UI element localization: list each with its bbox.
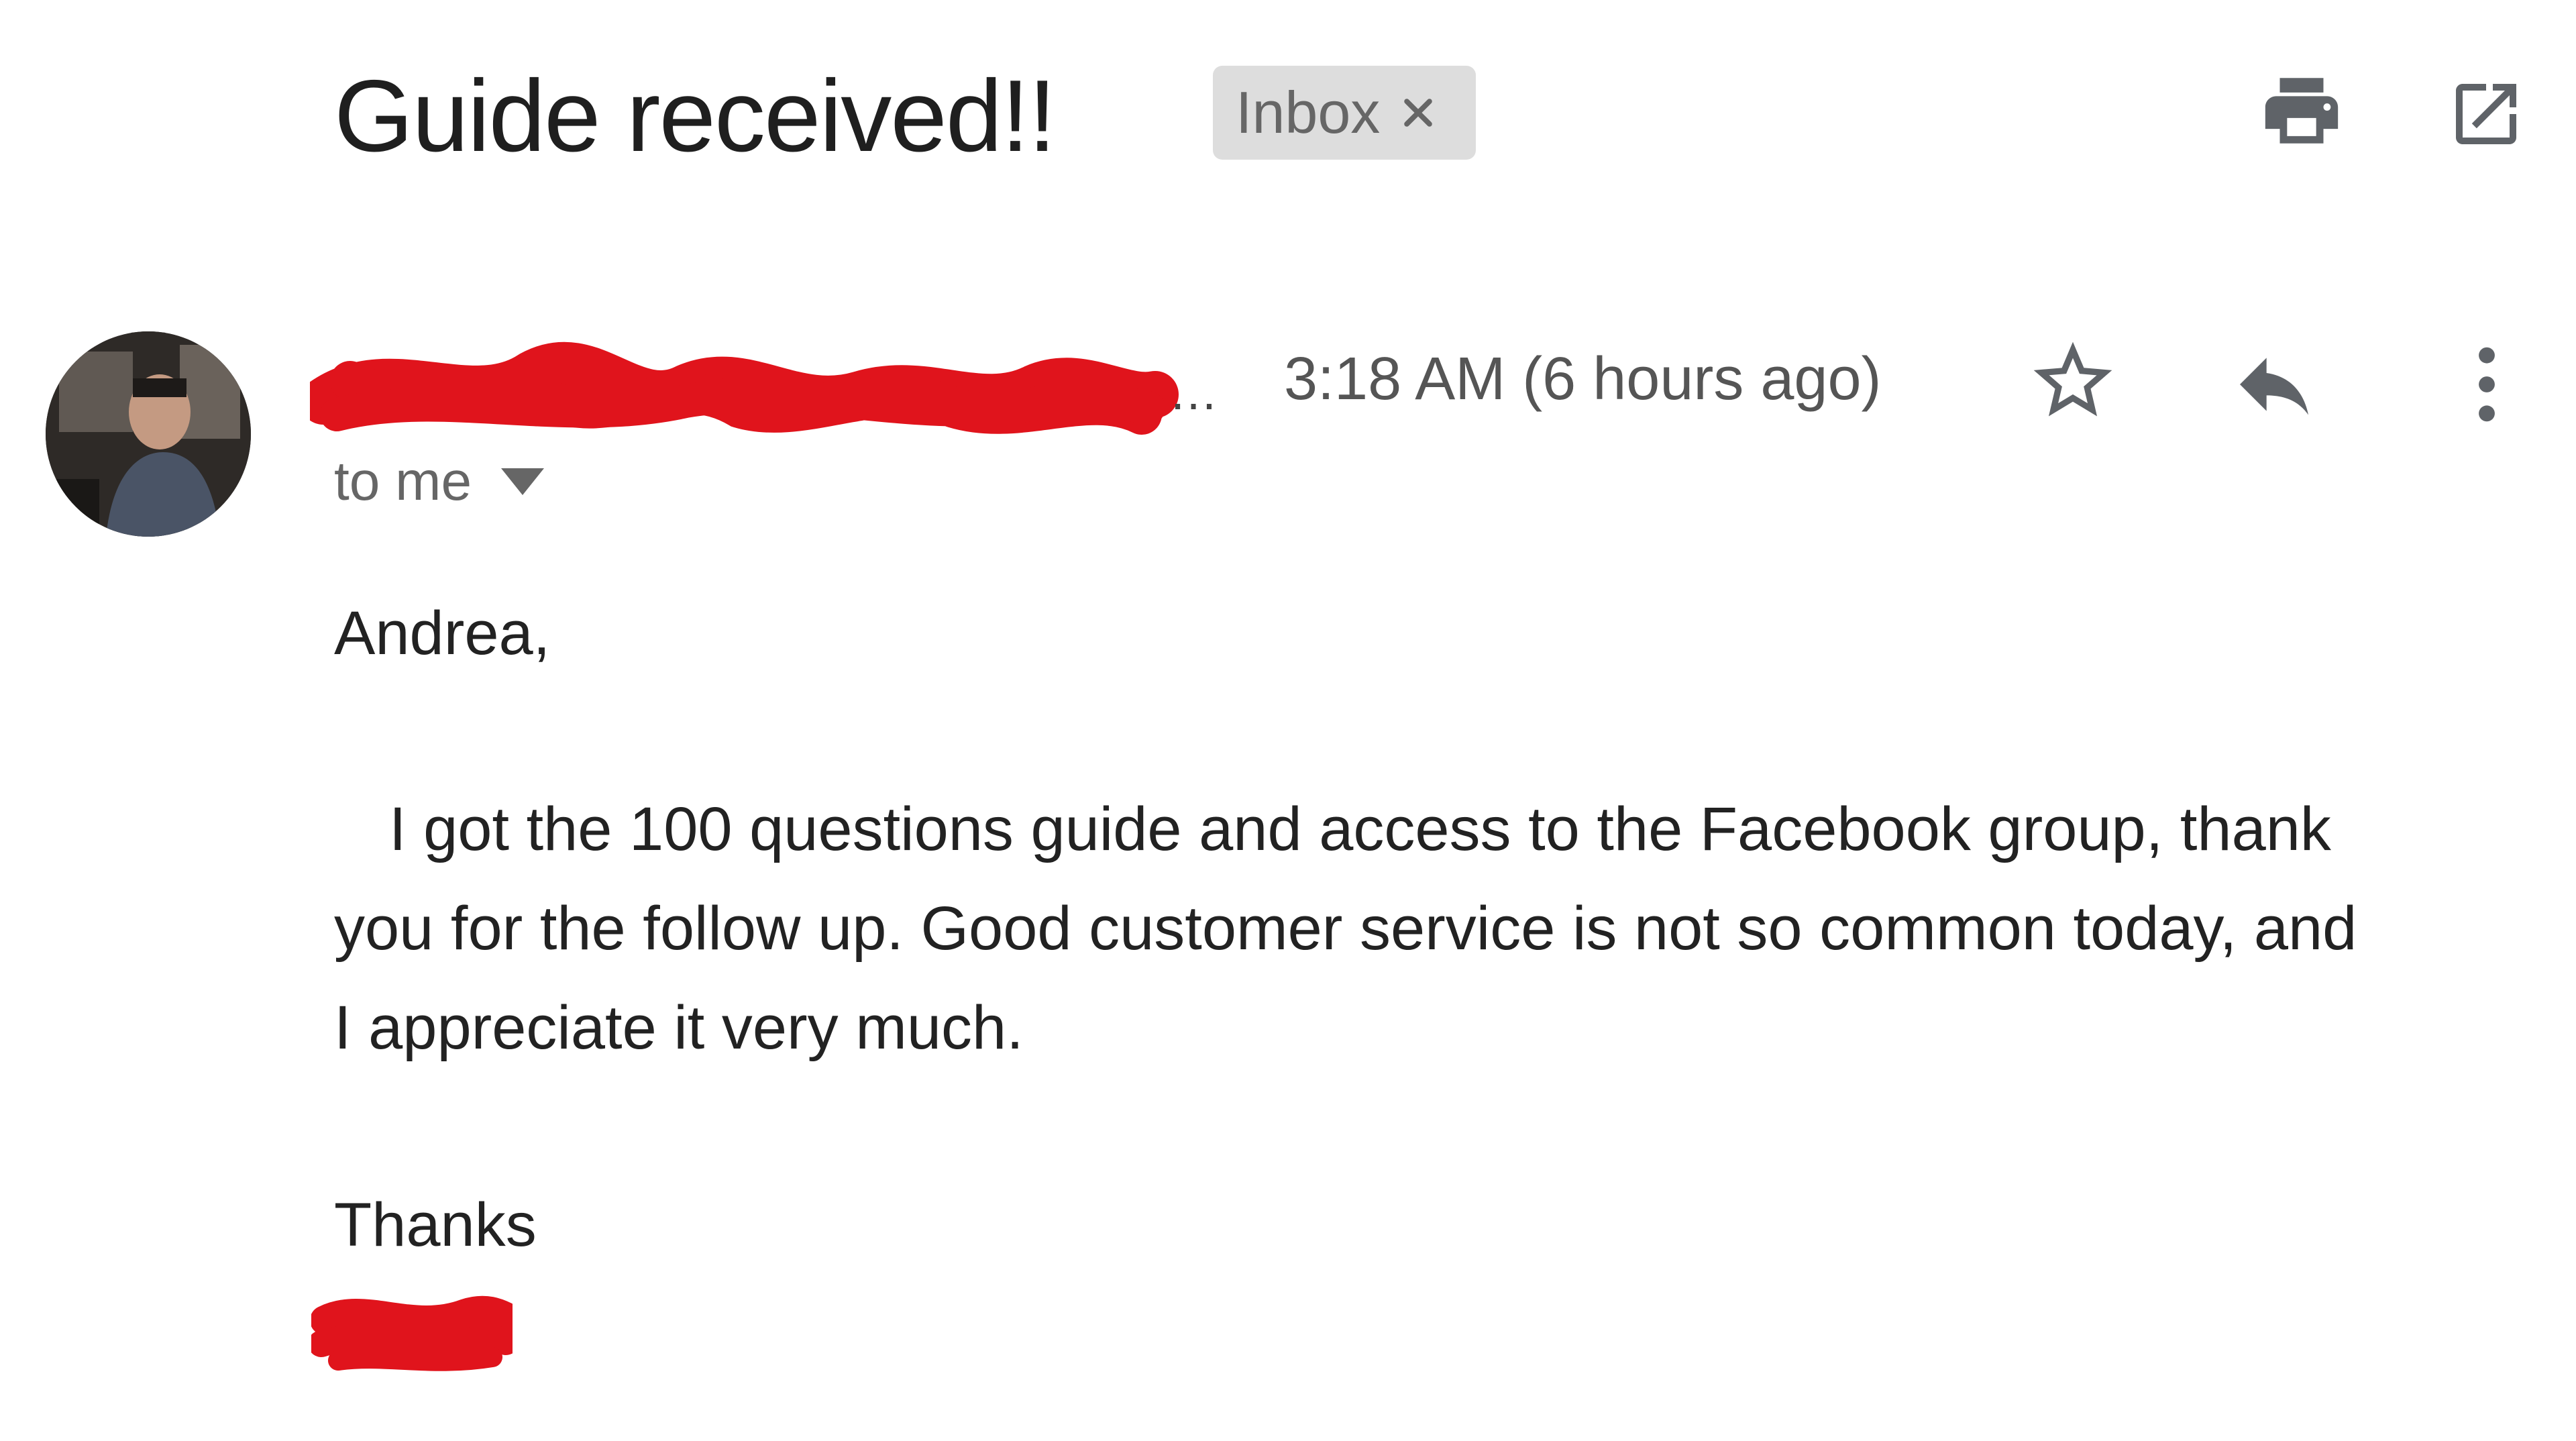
star-outline-icon[interactable]	[2026, 334, 2120, 428]
email-greeting: Andrea,	[334, 599, 551, 668]
sender-ellipsis: …	[1169, 364, 1218, 420]
caret-down-icon	[501, 468, 545, 495]
email-subject: Guide received!!	[334, 59, 1057, 173]
signature-redaction-scribble	[311, 1295, 513, 1371]
email-timestamp: 3:18 AM (6 hours ago)	[1284, 345, 1882, 413]
print-icon[interactable]	[2258, 67, 2345, 154]
email-signoff: Thanks	[334, 1191, 537, 1259]
email-body-paragraph: I got the 100 questions guide and access…	[334, 795, 2357, 1062]
open-in-new-icon[interactable]	[2446, 74, 2526, 154]
inbox-label-text: Inbox	[1236, 79, 1381, 146]
sender-avatar[interactable]	[46, 331, 251, 537]
close-icon[interactable]	[1399, 93, 1438, 132]
sender-name[interactable]: Joseph	[334, 348, 1206, 421]
reply-icon[interactable]	[2229, 339, 2320, 430]
more-vert-icon[interactable]	[2457, 341, 2517, 428]
recipient-details-toggle[interactable]: to me	[334, 448, 545, 515]
inbox-label-chip[interactable]: Inbox	[1213, 66, 1476, 160]
recipient-text: to me	[334, 451, 472, 512]
